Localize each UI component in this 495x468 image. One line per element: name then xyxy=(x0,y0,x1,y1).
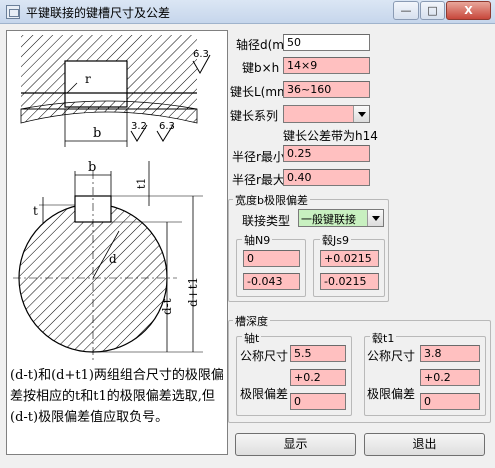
shaft-nominal-output[interactable]: 5.5 xyxy=(290,345,346,362)
hub-js9-lower[interactable]: -0.0215 xyxy=(320,273,379,290)
key-length-output[interactable]: 36~160 xyxy=(283,81,370,98)
hub-js9-title: 毂Js9 xyxy=(320,232,351,248)
key-length-series-label: 键长系列 xyxy=(230,109,279,123)
minimize-button[interactable]: — xyxy=(393,1,419,20)
key-length-series-select[interactable] xyxy=(283,105,370,123)
figure-note: (d-t)和(d+t1)两组组合尺寸的极限偏差按相应的t和t1的极限偏差选取,但… xyxy=(10,368,224,425)
hub-nominal-label: 公称尺寸 xyxy=(367,349,416,363)
show-button[interactable]: 显示 xyxy=(235,433,356,456)
label-d: d xyxy=(109,252,117,266)
label-t1: t1 xyxy=(135,178,148,189)
shaft-diameter-input[interactable]: 50 xyxy=(283,34,370,51)
hub-depth-title: 毂t1 xyxy=(370,330,397,346)
label-d-minus-t: d-t xyxy=(160,298,174,315)
radius-min-label: 半径r最小 xyxy=(232,150,285,164)
connection-type-value: 一般键联接 xyxy=(301,213,356,226)
shaft-n9-lower[interactable]: -0.043 xyxy=(243,273,300,290)
roughness-value-1: 6.3 xyxy=(193,49,209,60)
shaft-n9-upper[interactable]: 0 xyxy=(243,250,300,267)
hub-depth-upper[interactable]: +0.2 xyxy=(420,369,480,386)
key-length-tolerance-note: 键长公差带为h14 xyxy=(283,129,378,143)
label-b-mid: b xyxy=(88,160,96,175)
shaft-depth-lower[interactable]: 0 xyxy=(290,393,346,410)
hub-limit-label: 极限偏差 xyxy=(367,387,416,401)
depth-title: 槽深度 xyxy=(233,313,270,329)
roughness-value-2: 3.2 xyxy=(131,121,147,132)
width-tolerance-title: 宽度b极限偏差 xyxy=(233,192,310,208)
hub-js9-upper[interactable]: +0.0215 xyxy=(320,250,379,267)
key-bxh-output[interactable]: 14×9 xyxy=(283,57,370,74)
shaft-section xyxy=(13,171,177,361)
dimension-t1: t1 xyxy=(111,161,157,206)
maximize-button[interactable]: □ xyxy=(420,1,445,20)
label-d-plus-t1: d+t1 xyxy=(186,277,200,307)
radius-max-label: 半径r最大 xyxy=(232,173,285,187)
hub-nominal-output[interactable]: 3.8 xyxy=(420,345,480,362)
connection-type-select[interactable]: 一般键联接 xyxy=(298,209,384,227)
connection-type-label: 联接类型 xyxy=(242,214,291,228)
chevron-down-icon[interactable] xyxy=(353,106,369,122)
radius-max-output[interactable]: 0.40 xyxy=(283,169,370,186)
shaft-depth-upper[interactable]: +0.2 xyxy=(290,369,346,386)
radius-min-output[interactable]: 0.25 xyxy=(283,145,370,162)
app-icon xyxy=(6,5,20,19)
hub-section: r xyxy=(20,35,198,124)
close-button[interactable]: X xyxy=(446,1,491,20)
hub-depth-lower[interactable]: 0 xyxy=(420,393,480,410)
chevron-down-icon[interactable] xyxy=(367,210,383,226)
dimension-b-top: b xyxy=(64,109,128,147)
label-r: r xyxy=(85,72,91,86)
label-t: t xyxy=(33,204,38,218)
exit-button[interactable]: 退出 xyxy=(364,433,485,456)
shaft-nominal-label: 公称尺寸 xyxy=(240,349,289,363)
window-title: 平键联接的键槽尺寸及公差 xyxy=(26,6,171,20)
shaft-depth-title: 轴t xyxy=(242,330,262,346)
key-bxh-label: 键b×h xyxy=(242,61,280,75)
shaft-limit-label: 极限偏差 xyxy=(240,387,289,401)
label-b-top: b xyxy=(93,126,101,141)
shaft-n9-title: 轴N9 xyxy=(242,232,273,248)
